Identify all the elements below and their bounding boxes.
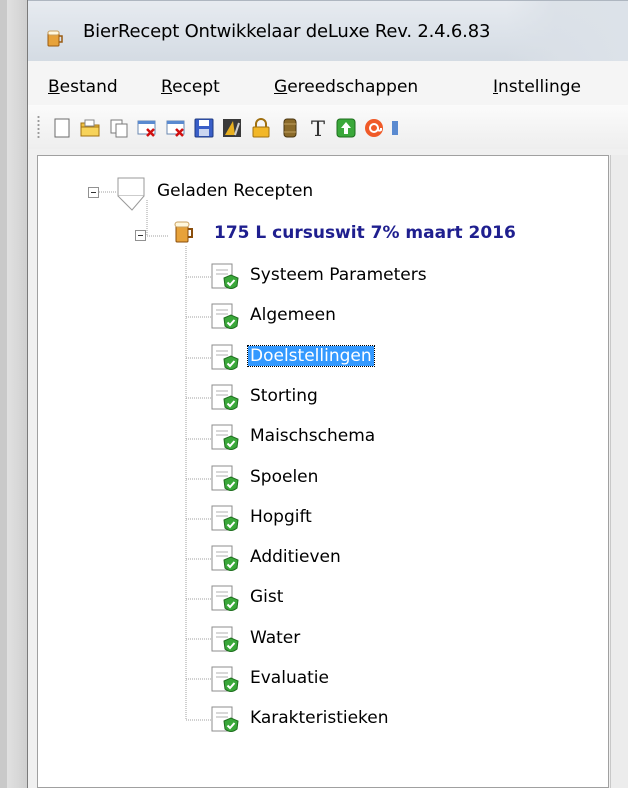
new-icon[interactable] — [51, 117, 73, 139]
shield-check-document-icon — [210, 421, 240, 457]
barrel-icon[interactable] — [279, 117, 301, 139]
tree-root-label[interactable]: Geladen Recepten — [157, 181, 313, 201]
tree-item-karakteristieken[interactable]: Karakteristieken — [250, 708, 389, 728]
extra-icon[interactable] — [390, 117, 398, 139]
beer-icon — [172, 219, 196, 249]
menu-bestand[interactable]: Bestand — [48, 77, 118, 97]
tree-item-hopgift[interactable]: Hopgift — [250, 507, 312, 527]
main-window: BierRecept Ontwikkelaar deLuxe Rev. 2.4.… — [27, 0, 628, 788]
recipe-label[interactable]: 175 L cursuswit 7% maart 2016 — [214, 223, 516, 243]
tree-item-evaluatie[interactable]: Evaluatie — [250, 668, 329, 688]
shield-check-document-icon — [210, 341, 240, 377]
menu-recept[interactable]: Recept — [161, 77, 220, 97]
svg-text:T: T — [311, 117, 325, 139]
delete-icon[interactable] — [165, 117, 187, 139]
shield-check-document-icon — [210, 260, 240, 296]
beer-app-icon — [45, 28, 65, 52]
toolbar-grip[interactable] — [37, 115, 40, 139]
export-icon[interactable] — [335, 117, 357, 139]
detail-panel-edge — [610, 155, 628, 788]
shield-check-document-icon — [210, 502, 240, 538]
toolbar: T — [28, 105, 628, 149]
title-bar[interactable]: BierRecept Ontwikkelaar deLuxe Rev. 2.4.… — [28, 0, 628, 62]
shield-check-document-icon — [210, 462, 240, 498]
tree-item-additieven[interactable]: Additieven — [250, 547, 341, 567]
tree-item-algemeen[interactable]: Algemeen — [250, 305, 336, 325]
folder-icon — [116, 176, 152, 216]
window-title: BierRecept Ontwikkelaar deLuxe Rev. 2.4.… — [83, 21, 491, 42]
open-folder-icon[interactable] — [79, 117, 101, 139]
root-collapse-toggle[interactable] — [88, 187, 99, 198]
text-icon[interactable]: T — [308, 117, 330, 141]
menu-gereedschappen[interactable]: Gereedschappen — [274, 77, 418, 97]
tree-item-spoelen[interactable]: Spoelen — [250, 467, 318, 487]
delete-recipe-icon[interactable] — [136, 117, 158, 139]
lock-icon[interactable] — [250, 117, 272, 139]
shield-check-document-icon — [210, 703, 240, 739]
recipe-tree[interactable]: Geladen Recepten 175 L cursuswit 7% maar… — [37, 155, 609, 788]
shield-check-document-icon — [210, 381, 240, 417]
menu-bar: Bestand Recept Gereedschappen Instelling… — [28, 61, 628, 106]
tree-item-gist[interactable]: Gist — [250, 587, 283, 607]
menu-instellingen[interactable]: Instellinge — [493, 77, 581, 97]
recipe-collapse-toggle[interactable] — [135, 230, 146, 241]
shield-check-document-icon — [210, 623, 240, 659]
background-window-edge — [0, 0, 27, 788]
shield-check-document-icon — [210, 542, 240, 578]
tree-item-doelstellingen[interactable]: Doelstellingen — [247, 345, 375, 367]
tree-item-systeem-parameters[interactable]: Systeem Parameters — [250, 265, 427, 285]
tree-item-water[interactable]: Water — [250, 628, 300, 648]
tree-item-maischschema[interactable]: Maischschema — [250, 426, 375, 446]
shield-check-document-icon — [210, 582, 240, 618]
email-icon[interactable] — [363, 117, 385, 139]
copy-icon[interactable] — [108, 117, 130, 139]
tree-item-storting[interactable]: Storting — [250, 386, 318, 406]
tree-connector-lines — [99, 191, 211, 721]
brewing-icon[interactable] — [221, 117, 243, 139]
shield-check-document-icon — [210, 663, 240, 699]
shield-check-document-icon — [210, 300, 240, 336]
save-icon[interactable] — [193, 117, 215, 139]
